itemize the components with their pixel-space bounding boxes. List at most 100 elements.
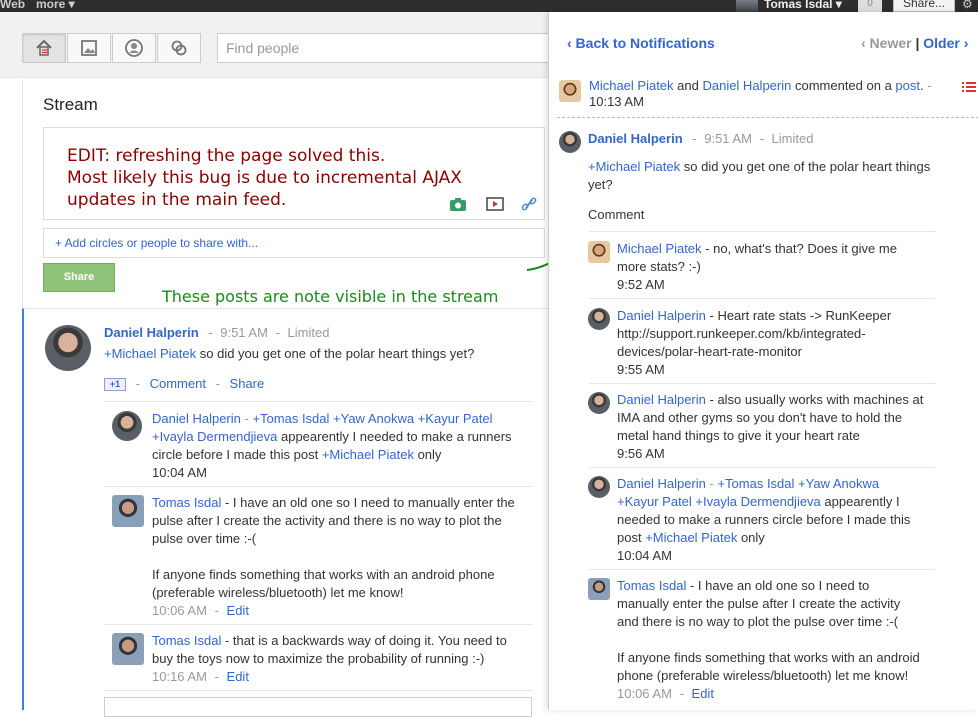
- mention-link[interactable]: +Ivayla Dermendjieva: [695, 494, 820, 509]
- share-button[interactable]: Share: [43, 263, 115, 292]
- author-link[interactable]: Michael Piatek: [589, 78, 674, 93]
- mention-link[interactable]: +Kayur Patel: [617, 494, 692, 509]
- camera-icon[interactable]: [449, 196, 467, 212]
- avatar[interactable]: [588, 308, 610, 330]
- comment-author-link[interactable]: Tomas Isdal: [617, 578, 686, 593]
- mention-link[interactable]: +Michael Piatek: [645, 530, 737, 545]
- find-people-input[interactable]: Find people: [217, 33, 557, 63]
- share-menu-button[interactable]: Share...: [893, 0, 955, 12]
- comment-divider: [104, 401, 532, 402]
- annotation-text: These posts are note visible in the stre…: [162, 287, 499, 306]
- comment-time[interactable]: 9:52 AM: [617, 277, 665, 292]
- post-author-link[interactable]: Daniel Halperin: [588, 131, 683, 146]
- post-time[interactable]: 9:51 AM: [704, 131, 752, 146]
- separator: -: [923, 78, 932, 93]
- avatar[interactable]: [588, 241, 610, 263]
- add-circles-input[interactable]: + Add circles or people to share with...: [43, 228, 545, 258]
- comment-author-link[interactable]: Michael Piatek: [617, 241, 702, 256]
- mention-link[interactable]: +Tomas Isdal: [252, 411, 329, 426]
- comment-divider: [589, 383, 935, 384]
- avatar[interactable]: [112, 411, 142, 441]
- circles-button[interactable]: [157, 33, 201, 63]
- comment-link[interactable]: Comment: [150, 376, 206, 391]
- list-icon[interactable]: [962, 81, 976, 93]
- photos-button[interactable]: [67, 33, 111, 63]
- pager-divider: |: [915, 35, 920, 51]
- external-link[interactable]: http://support.runkeeper.com/kb/integrat…: [617, 326, 866, 341]
- edit-link[interactable]: Edit: [227, 603, 249, 618]
- home-button[interactable]: [22, 33, 66, 63]
- comment-line: Michael Piatek - no, what's that? Does i…: [617, 241, 897, 256]
- nav-web-link[interactable]: Web: [0, 0, 25, 11]
- plusone-button[interactable]: +1: [104, 378, 126, 392]
- mention-link[interactable]: +Yaw Anokwa: [798, 476, 879, 491]
- mention-link[interactable]: +Ivayla Dermendjieva: [152, 429, 277, 444]
- comment-divider: [589, 298, 935, 299]
- comment-meta: 10:06 AM - Edit: [617, 686, 714, 701]
- newer-link[interactable]: ‹ Newer: [861, 35, 912, 51]
- separator: -: [214, 603, 219, 618]
- edit-link[interactable]: Edit: [227, 669, 249, 684]
- add-comment-input[interactable]: [104, 697, 532, 717]
- back-to-notifications-link[interactable]: ‹ Back to Notifications: [567, 35, 715, 51]
- comment-author-link[interactable]: Daniel Halperin: [617, 476, 706, 491]
- comment-author-link[interactable]: Tomas Isdal: [152, 633, 221, 648]
- separator: -: [215, 376, 220, 391]
- profile-icon: [125, 39, 143, 57]
- avatar[interactable]: [559, 80, 581, 102]
- summary-time[interactable]: 10:13 AM: [589, 94, 644, 109]
- avatar[interactable]: [588, 476, 610, 498]
- comment-time[interactable]: 10:06 AM: [617, 686, 672, 701]
- user-menu[interactable]: Tomas Isdal ▾: [764, 0, 842, 11]
- avatar[interactable]: [588, 578, 610, 600]
- profile-button[interactable]: [112, 33, 156, 63]
- edit-note-line: EDIT: refreshing the page solved this.: [67, 146, 386, 166]
- mention-link[interactable]: +Michael Piatek: [322, 447, 414, 462]
- comment-author-link[interactable]: Daniel Halperin: [617, 392, 706, 407]
- mention-link[interactable]: +Michael Piatek: [588, 159, 680, 174]
- comment-divider: [104, 690, 532, 691]
- comment-text: needed to make a runners circle before I…: [617, 512, 911, 527]
- post-author-link[interactable]: Daniel Halperin: [104, 325, 199, 340]
- author-link[interactable]: Daniel Halperin: [702, 78, 791, 93]
- avatar[interactable]: [588, 392, 610, 414]
- mention-link[interactable]: +Yaw Anokwa: [333, 411, 414, 426]
- avatar[interactable]: [559, 131, 581, 153]
- comment-author-link[interactable]: Tomas Isdal: [152, 495, 221, 510]
- comment-link[interactable]: Comment: [588, 207, 644, 222]
- comment-time[interactable]: 9:55 AM: [617, 362, 665, 377]
- notification-count[interactable]: 0: [858, 0, 882, 12]
- post-time[interactable]: 9:51 AM: [220, 325, 268, 340]
- external-link[interactable]: devices/polar-heart-rate-monitor: [617, 344, 802, 359]
- link-icon[interactable]: [520, 196, 538, 212]
- comment-author-link[interactable]: Daniel Halperin: [617, 308, 706, 323]
- comment-text: appearently I: [820, 494, 900, 509]
- mention-link[interactable]: +Kayur Patel: [418, 411, 493, 426]
- video-icon[interactable]: [486, 196, 504, 212]
- avatar[interactable]: [45, 325, 91, 371]
- separator: -: [208, 325, 213, 340]
- post-visibility[interactable]: Limited: [288, 325, 330, 340]
- edit-link[interactable]: Edit: [692, 686, 714, 701]
- user-avatar-mini[interactable]: [736, 0, 758, 12]
- avatar[interactable]: [112, 495, 144, 527]
- post-visibility[interactable]: Limited: [772, 131, 814, 146]
- post-link[interactable]: post: [895, 78, 920, 93]
- nav-more-menu[interactable]: more ▾: [36, 0, 75, 11]
- avatar[interactable]: [112, 633, 144, 665]
- share-link[interactable]: Share: [230, 376, 265, 391]
- comment-text: - I have an old one so I need to: [686, 578, 870, 593]
- comment-author-link[interactable]: Daniel Halperin: [152, 411, 241, 426]
- comment-time[interactable]: 10:04 AM: [152, 465, 207, 480]
- comment-time[interactable]: 9:56 AM: [617, 446, 665, 461]
- comment-time[interactable]: 10:06 AM: [152, 603, 207, 618]
- mention-link[interactable]: +Tomas Isdal: [717, 476, 794, 491]
- comment-meta: 10:06 AM - Edit: [152, 603, 249, 618]
- comment-time[interactable]: 10:16 AM: [152, 669, 207, 684]
- mention-link[interactable]: +Michael Piatek: [104, 346, 196, 361]
- comment-time[interactable]: 10:04 AM: [617, 548, 672, 563]
- pager: ‹ Newer | Older ›: [861, 35, 968, 51]
- gear-icon[interactable]: ⚙: [962, 0, 973, 11]
- comment-text: post: [617, 530, 646, 545]
- older-link[interactable]: Older ›: [923, 35, 968, 51]
